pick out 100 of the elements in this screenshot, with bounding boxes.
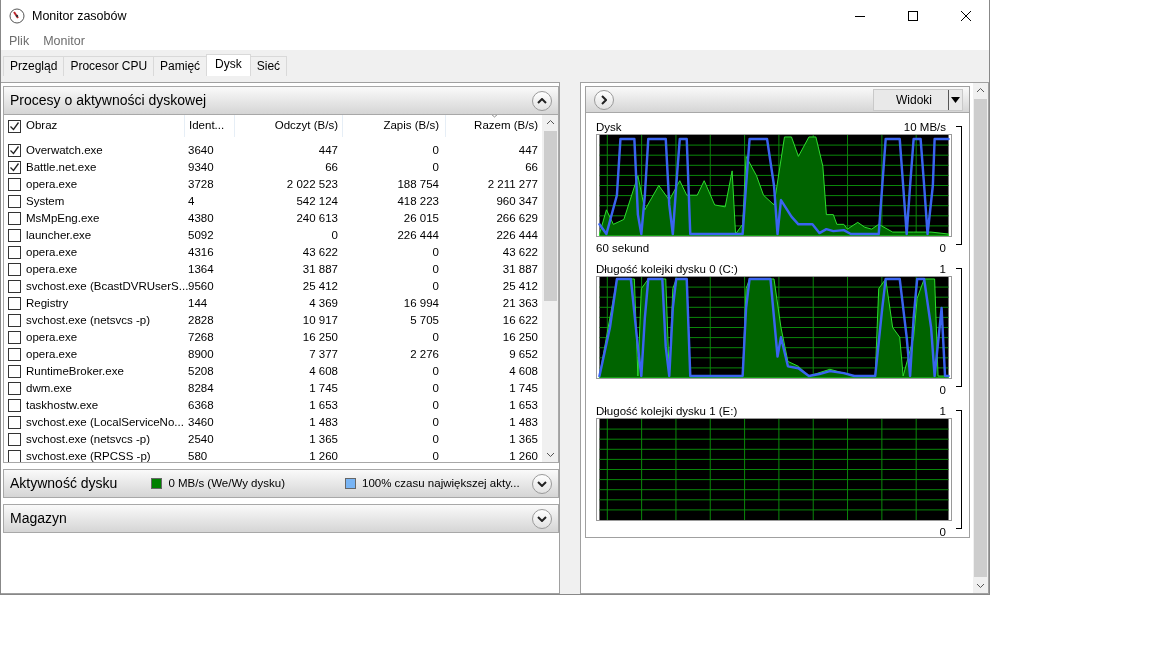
table-cell-text: 21 363 (501, 295, 539, 311)
section-title: Aktywność dysku (10, 474, 118, 493)
table-cell-text: Overwatch.exe (26, 142, 103, 158)
checkbox[interactable] (8, 280, 21, 293)
table-cell-text: 16 994 (402, 295, 440, 311)
checkbox[interactable] (8, 144, 21, 157)
table-cell-text: 226 444 (396, 227, 440, 243)
checkbox[interactable] (8, 297, 21, 310)
table-cell-text: 16 622 (501, 312, 539, 328)
checkbox[interactable] (8, 178, 21, 191)
table-cell-text: 5 705 (409, 312, 440, 328)
column-header[interactable]: Razem (B/s) (474, 117, 538, 135)
table-cell-text: svchost.exe (netsvcs -p) (26, 431, 150, 447)
scroll-thumb[interactable] (974, 99, 987, 577)
checkbox[interactable] (8, 331, 21, 344)
select-all-checkbox[interactable] (8, 119, 21, 133)
checkbox[interactable] (8, 229, 21, 242)
table-cell-text: 580 (187, 448, 209, 462)
section-title: Procesy o aktywności dyskowej (10, 91, 207, 110)
chevron-down-icon[interactable] (537, 480, 547, 487)
table-cell-text: 25 412 (501, 278, 539, 294)
table-cell-text: 2 276 (409, 346, 440, 362)
table-cell-text: 1 653 (508, 397, 539, 413)
table-cell-text: 4316 (187, 244, 215, 260)
table-cell-text: opera.exe (26, 176, 78, 192)
table-cell-text: 4 (187, 193, 196, 209)
menu-item[interactable]: Monitor (43, 32, 85, 50)
checkbox[interactable] (8, 195, 21, 208)
scrollbar[interactable] (973, 83, 988, 593)
checkbox[interactable] (8, 365, 21, 378)
table-cell-text: launcher.exe (26, 227, 92, 243)
table-cell-text: Registry (26, 295, 69, 311)
table-cell-text: 7 377 (308, 346, 339, 362)
column-header[interactable]: Obraz (26, 117, 58, 135)
checkbox[interactable] (8, 450, 21, 462)
table-cell-text: svchost.exe (BcastDVRUserS... (26, 278, 189, 294)
table-cell-text: 447 (517, 142, 539, 158)
section-header[interactable]: Aktywność dysku 0 MB/s (We/Wy dysku) 100% czasu największej akty... (3, 469, 559, 498)
caret-down-icon[interactable] (951, 96, 960, 103)
chevron-right-icon[interactable] (601, 94, 607, 105)
table-cell-text: 2828 (187, 312, 215, 328)
checkbox[interactable] (8, 314, 21, 327)
table-cell-text: 0 (431, 278, 440, 294)
scroll-thumb[interactable] (543, 131, 557, 301)
chevron-down-icon[interactable] (537, 515, 547, 522)
legend-label: 0 MB/s (We/Wy dysku) (168, 475, 285, 491)
column-header[interactable]: Zapis (B/s) (383, 117, 439, 135)
column-header[interactable]: Ident... (189, 117, 225, 135)
table-cell-text: 5092 (187, 227, 215, 243)
table-cell-text: dwm.exe (26, 380, 73, 396)
collapse-button[interactable] (532, 90, 552, 111)
expand-button[interactable] (532, 473, 552, 494)
checkbox[interactable] (8, 348, 21, 361)
close-icon[interactable] (961, 11, 971, 21)
checkbox[interactable] (8, 399, 21, 412)
table-cell-text: svchost.exe (RPCSS -p) (26, 448, 151, 462)
column-header[interactable]: Odczyt (B/s) (274, 117, 338, 135)
menu-item[interactable]: Plik (9, 32, 30, 50)
table-cell-text: 2540 (187, 431, 215, 447)
table-cell-text: 0 (431, 363, 440, 379)
checkbox[interactable] (8, 263, 21, 276)
chevron-up-icon[interactable] (537, 97, 547, 104)
table-cell-text: 43 622 (501, 244, 539, 260)
table-cell-text: 16 250 (301, 329, 339, 345)
section-header[interactable]: Procesy o aktywności dyskowej (3, 86, 559, 115)
dropdown-button[interactable] (948, 89, 962, 110)
tab[interactable]: Sieć (249, 56, 288, 76)
table-cell-text: 447 (317, 142, 339, 158)
table-cell-text: 0 (431, 414, 440, 430)
time-span-label: 60 sekund (596, 241, 650, 255)
table-cell-text: 1 483 (508, 414, 539, 430)
table-cell-text: 6368 (187, 397, 215, 413)
expand-button[interactable] (532, 508, 552, 529)
table-cell-text: 4 608 (308, 363, 339, 379)
table-cell-text: 8284 (187, 380, 215, 396)
scrollbar[interactable] (542, 115, 558, 462)
table-cell-text: svchost.exe (LocalServiceNo... (26, 414, 184, 430)
checkbox[interactable] (8, 382, 21, 395)
table-cell-text: 0 (431, 142, 440, 158)
checkbox[interactable] (8, 161, 21, 174)
table-cell-text: 0 (431, 431, 440, 447)
window-title: Monitor zasobów (32, 7, 127, 25)
scale-max-label: 10 MB/s (903, 120, 946, 134)
checkbox[interactable] (8, 212, 21, 225)
tab[interactable]: Dysk (206, 54, 251, 76)
table-cell-text: 3640 (187, 142, 215, 158)
table-cell-text: System (26, 193, 65, 209)
table-cell-text: 4 608 (508, 363, 539, 379)
table-cell-text: opera.exe (26, 244, 78, 260)
tab[interactable]: Pamięć (153, 56, 208, 76)
tab[interactable]: Przegląd (3, 56, 65, 76)
section-header[interactable]: Magazyn (3, 504, 559, 533)
checkbox[interactable] (8, 246, 21, 259)
checkbox[interactable] (8, 416, 21, 429)
checkbox[interactable] (8, 433, 21, 446)
table-cell-text: 31 887 (501, 261, 539, 277)
maximize-icon[interactable] (908, 11, 918, 21)
table-cell-text: 1 365 (508, 431, 539, 447)
table-cell-text: 0 (431, 329, 440, 345)
expand-button[interactable] (594, 89, 614, 110)
